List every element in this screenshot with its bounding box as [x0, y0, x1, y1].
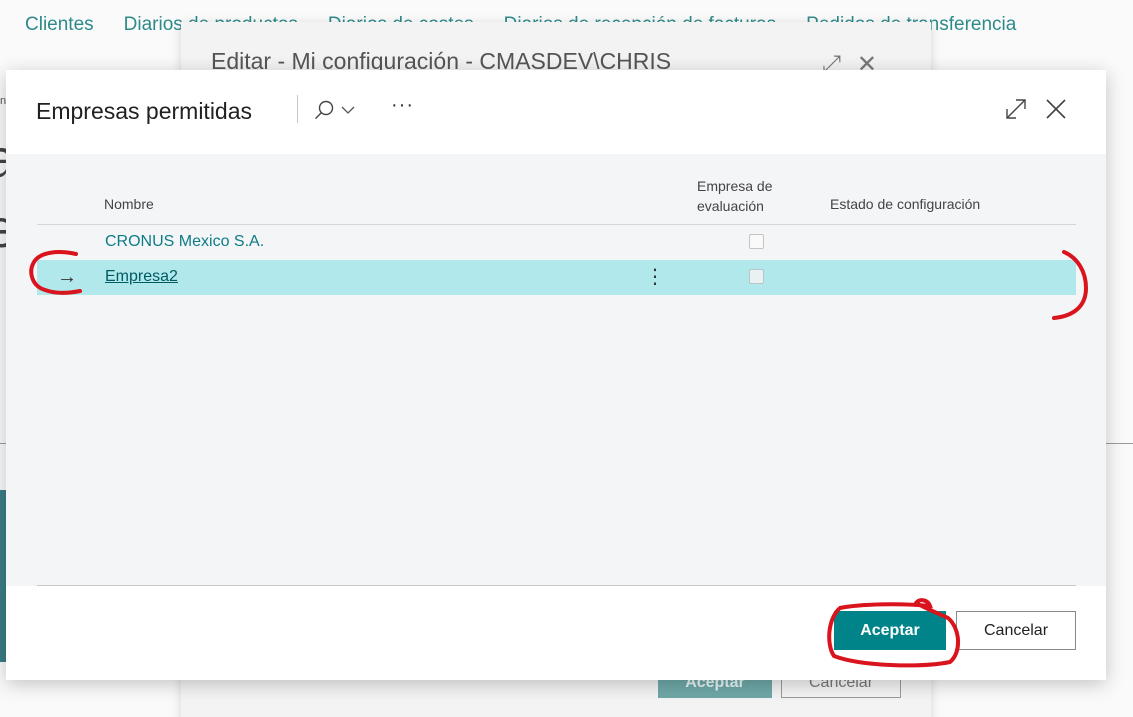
search-icon: [315, 100, 334, 120]
allowed-companies-dialog: Empresas permitidas ··· Nombre Empresa d…: [6, 70, 1106, 680]
column-header-name[interactable]: Nombre: [104, 194, 154, 214]
table-row[interactable]: CRONUS Mexico S.A.: [37, 225, 1076, 260]
row-pointer-arrow-icon: →: [57, 266, 77, 288]
company-name-link[interactable]: Empresa2: [105, 268, 178, 286]
row-actions-menu-icon[interactable]: ⋮: [645, 264, 665, 290]
column-header-evaluation[interactable]: Empresa de evaluación: [697, 176, 797, 216]
dialog-title: Empresas permitidas: [36, 98, 253, 124]
footer-divider: [37, 585, 1076, 586]
more-options-icon[interactable]: ···: [391, 94, 415, 122]
chevron-down-icon: [341, 106, 355, 114]
search-button[interactable]: [313, 96, 365, 124]
column-header-setup-status[interactable]: Estado de configuración: [830, 194, 980, 214]
cancel-button[interactable]: Cancelar: [956, 611, 1076, 650]
accept-button[interactable]: Aceptar: [834, 611, 946, 650]
table-row-selected[interactable]: → Empresa2 ⋮: [37, 260, 1076, 295]
close-icon[interactable]: [1044, 97, 1068, 121]
nav-item-clientes[interactable]: Clientes: [25, 14, 94, 35]
evaluation-company-checkbox[interactable]: [749, 234, 764, 249]
companies-list: Nombre Empresa de evaluación Estado de c…: [6, 154, 1106, 586]
expand-icon[interactable]: [1004, 97, 1028, 121]
evaluation-company-checkbox[interactable]: [749, 269, 764, 284]
header-separator: [297, 95, 298, 123]
dialog-header: Empresas permitidas ···: [6, 70, 1106, 154]
company-name-link[interactable]: CRONUS Mexico S.A.: [105, 233, 264, 251]
